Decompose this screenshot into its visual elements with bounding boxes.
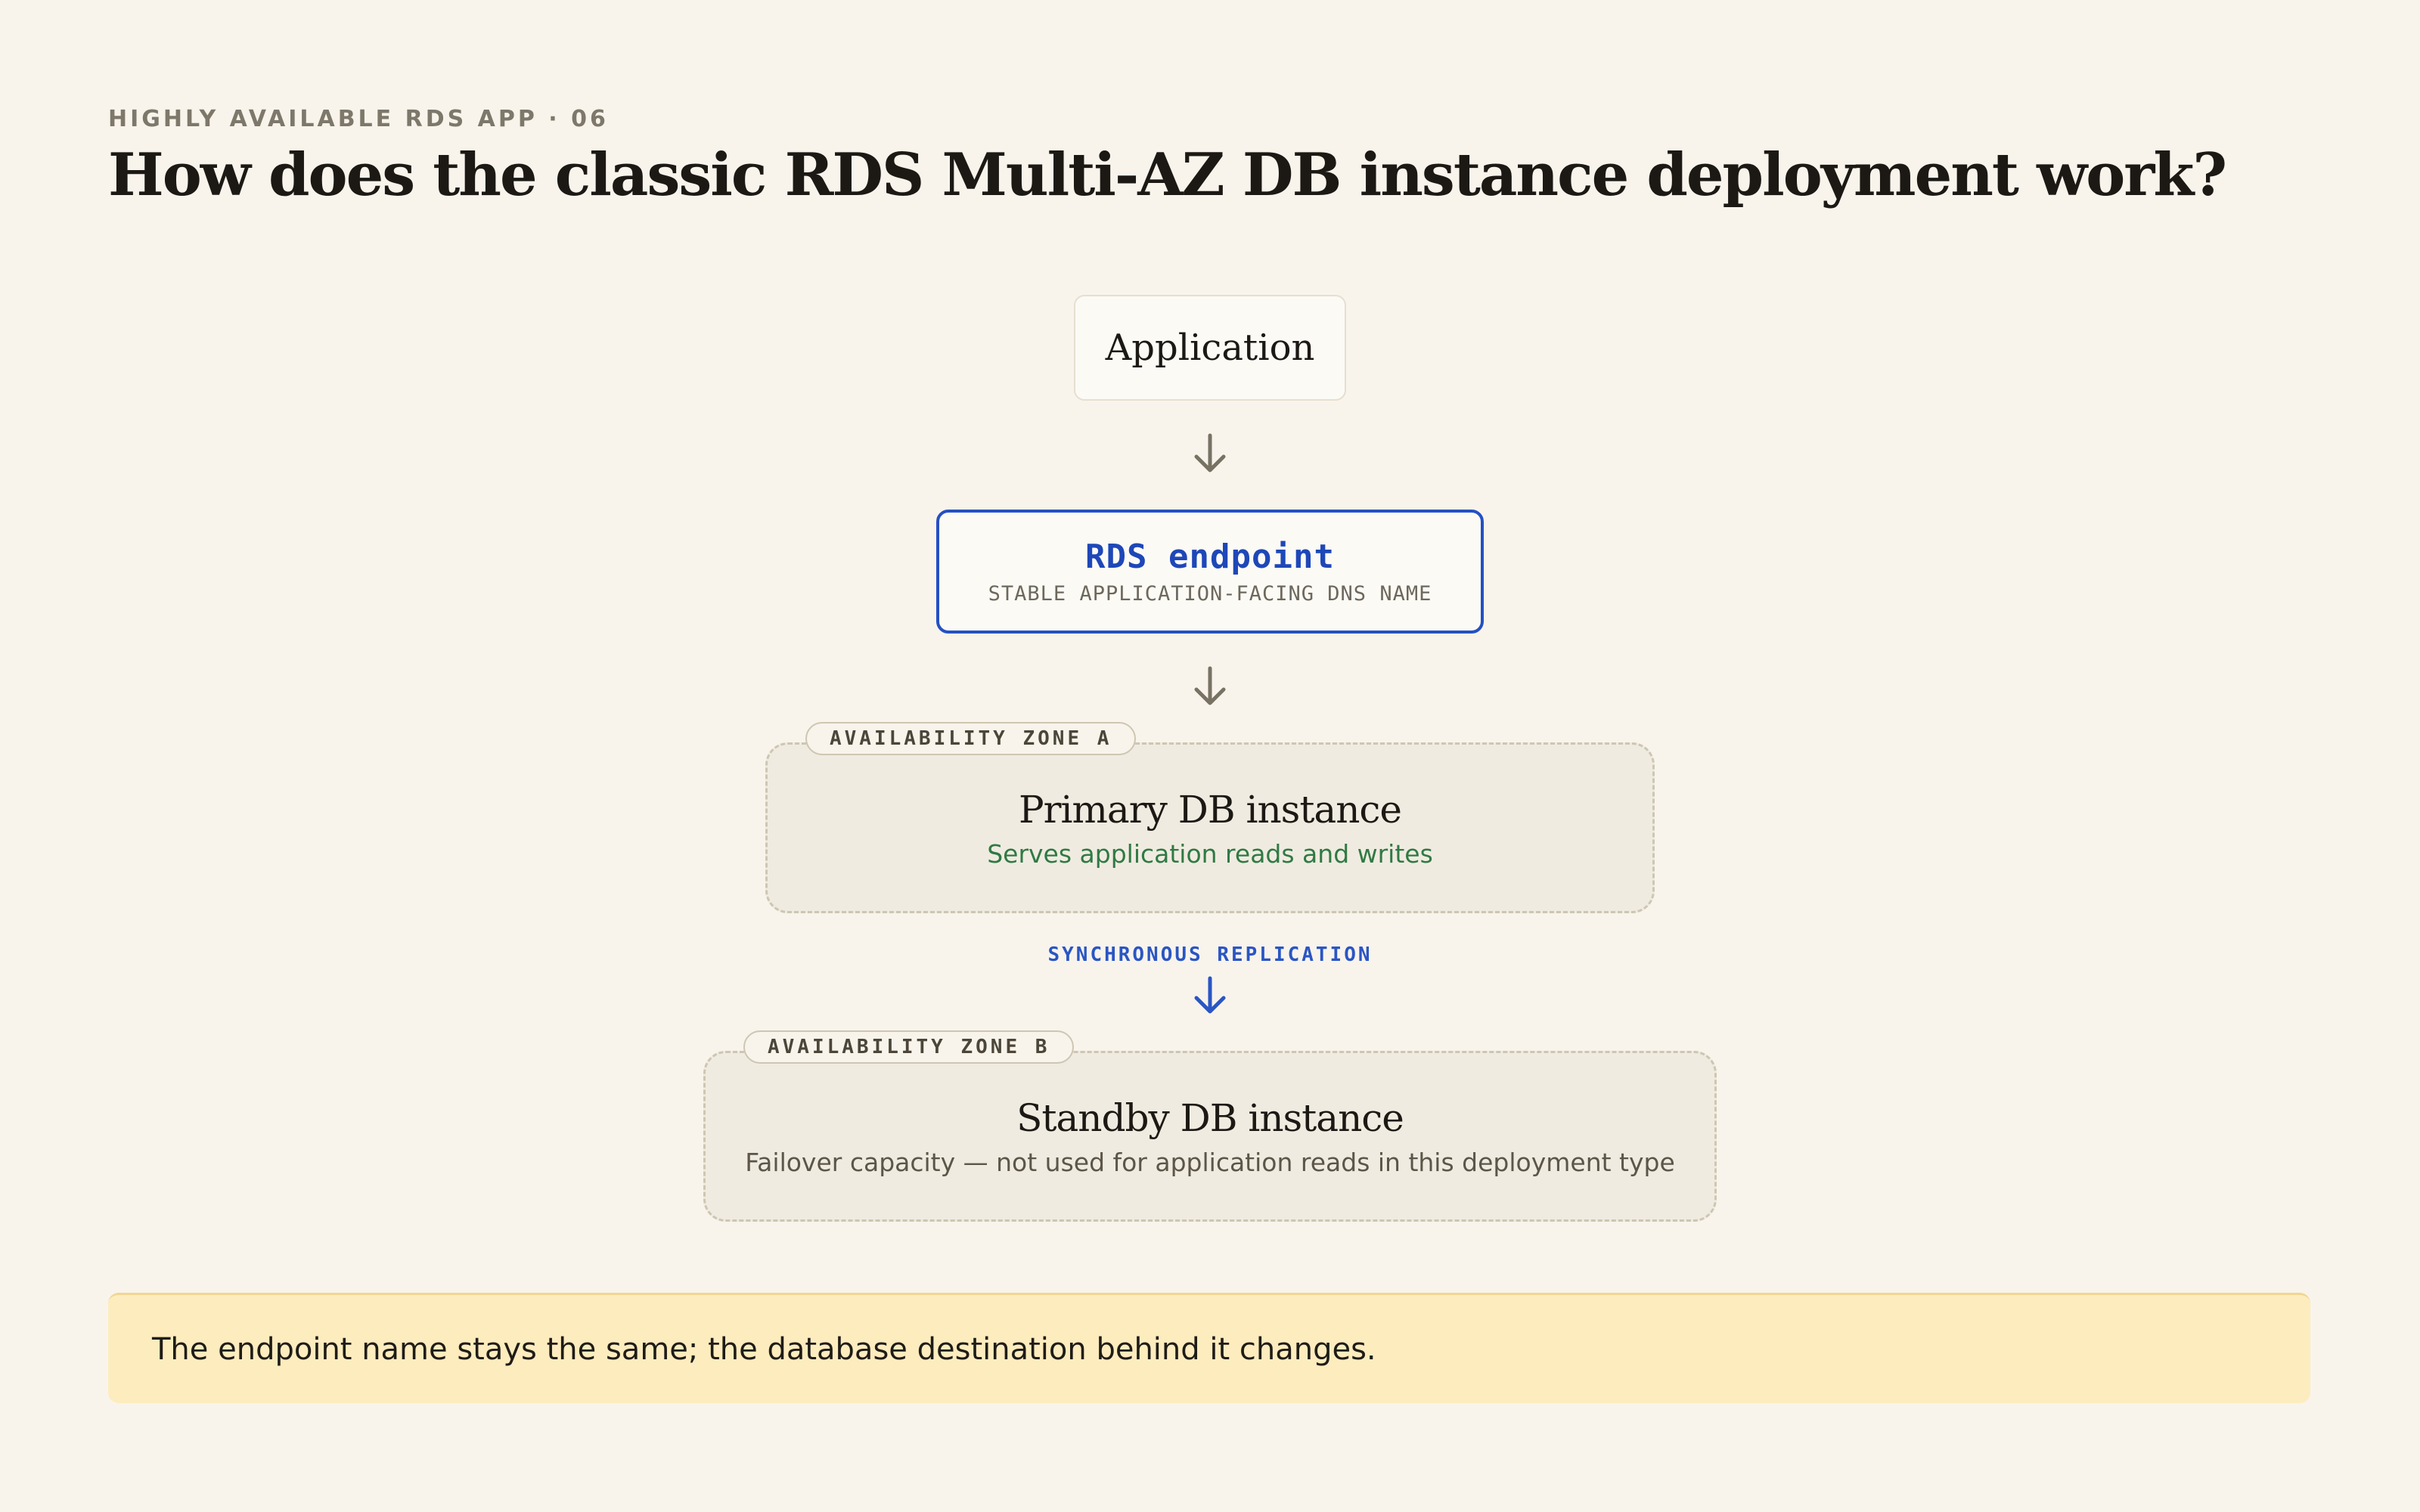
application-label: Application: [1105, 327, 1315, 369]
zone-b-tag: AVAILABILITY ZONE B: [743, 1030, 1075, 1064]
primary-db-description: Serves application reads and writes: [987, 838, 1433, 869]
endpoint-sublabel: STABLE APPLICATION-FACING DNS NAME: [988, 582, 1432, 606]
zone-a-tag: AVAILABILITY ZONE A: [805, 722, 1137, 755]
eyebrow: HIGHLY AVAILABLE RDS APP · 06: [108, 106, 609, 132]
callout-note: The endpoint name stays the same; the da…: [108, 1293, 2310, 1403]
availability-zone-b: AVAILABILITY ZONE B Standby DB instance …: [703, 1030, 1717, 1222]
arrow-down-icon: [1194, 666, 1226, 705]
rds-endpoint-node: RDS endpoint STABLE APPLICATION-FACING D…: [936, 510, 1484, 634]
availability-zone-a: AVAILABILITY ZONE A Primary DB instance …: [765, 722, 1655, 913]
page-title: How does the classic RDS Multi-AZ DB ins…: [108, 141, 2227, 209]
replication-label: SYNCHRONOUS REPLICATION: [1047, 943, 1373, 966]
arrow-down-icon: [1194, 976, 1226, 1014]
standby-db-title: Standby DB instance: [1016, 1095, 1404, 1140]
arrow-down-icon: [1194, 433, 1226, 472]
endpoint-label: RDS endpoint: [1085, 538, 1335, 576]
primary-db-title: Primary DB instance: [1018, 787, 1402, 832]
standby-db-description: Failover capacity — not used for applica…: [745, 1147, 1675, 1177]
callout-note-text: The endpoint name stays the same; the da…: [152, 1331, 1376, 1367]
application-node: Application: [1074, 295, 1346, 401]
